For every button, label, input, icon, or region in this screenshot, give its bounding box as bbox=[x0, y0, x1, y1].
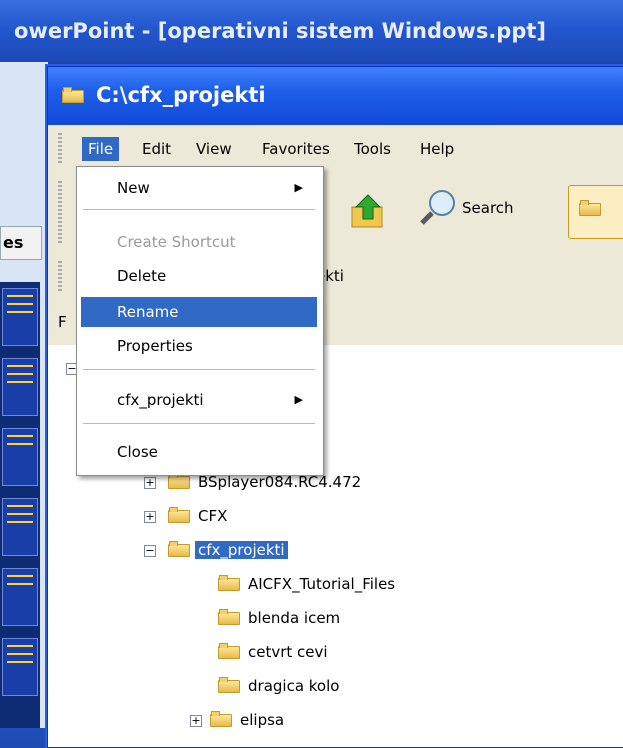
tree-node[interactable]: cetvrt cevi bbox=[218, 639, 331, 665]
window-titlebar[interactable]: C:\cfx_projekti bbox=[48, 67, 623, 125]
toolbar-grip[interactable] bbox=[58, 181, 62, 243]
menu-item-label: Properties bbox=[117, 337, 193, 355]
file-menu-dropdown: New ▶ Create Shortcut Delete Rename Prope… bbox=[76, 166, 324, 476]
slide-thumbnail[interactable] bbox=[2, 358, 38, 416]
menu-item-delete[interactable]: Delete bbox=[81, 261, 317, 291]
menu-item-properties[interactable]: Properties bbox=[81, 331, 317, 361]
menu-separator bbox=[83, 209, 315, 210]
slide-thumbnail[interactable] bbox=[2, 638, 38, 696]
expand-icon[interactable]: + bbox=[144, 511, 156, 523]
up-folder-icon[interactable] bbox=[348, 191, 388, 231]
menu-item-cfx-projekti[interactable]: cfx_projekti ▶ bbox=[81, 385, 317, 415]
menu-item-label: Close bbox=[117, 443, 158, 461]
menu-separator bbox=[83, 423, 315, 424]
window-title: C:\cfx_projekti bbox=[96, 83, 266, 107]
expand-icon[interactable]: + bbox=[144, 477, 156, 489]
menu-item-label: Delete bbox=[117, 267, 167, 285]
folders-toggle-button[interactable] bbox=[568, 185, 623, 239]
menu-item-label: Create Shortcut bbox=[117, 233, 236, 251]
menu-bar: File Edit View Favorites Tools Help bbox=[48, 125, 623, 172]
menu-separator bbox=[83, 369, 315, 370]
menu-edit[interactable]: Edit bbox=[136, 137, 177, 161]
menu-item-create-shortcut: Create Shortcut bbox=[81, 227, 317, 257]
menu-item-label: New bbox=[117, 179, 150, 197]
menu-file[interactable]: File bbox=[82, 137, 120, 161]
tree-node[interactable]: elipsa bbox=[210, 707, 287, 733]
tree-node[interactable]: blenda icem bbox=[218, 605, 343, 631]
menu-help[interactable]: Help bbox=[414, 137, 460, 161]
folder-icon bbox=[168, 507, 190, 523]
toolbar-grip[interactable] bbox=[58, 133, 62, 165]
menu-favorites[interactable]: Favorites bbox=[256, 137, 336, 161]
tree-node[interactable]: AICFX_Tutorial_Files bbox=[218, 571, 398, 597]
tree-node[interactable]: CFX bbox=[168, 503, 230, 529]
tree-node-selected[interactable]: cfx_projekti bbox=[168, 537, 288, 563]
slide-thumbnail[interactable] bbox=[2, 428, 38, 486]
background-app-title: owerPoint - [operativni sistem Windows.p… bbox=[0, 0, 623, 62]
open-folder-icon bbox=[168, 541, 190, 557]
folder-icon bbox=[210, 711, 232, 727]
folders-icon bbox=[579, 200, 601, 216]
slides-pane bbox=[0, 282, 40, 728]
toolbar-grip[interactable] bbox=[58, 261, 62, 293]
folder-icon bbox=[218, 643, 240, 659]
menu-view[interactable]: View bbox=[190, 137, 238, 161]
folder-icon bbox=[218, 609, 240, 625]
menu-tools[interactable]: Tools bbox=[348, 137, 397, 161]
submenu-arrow-icon: ▶ bbox=[294, 181, 303, 194]
menu-item-new[interactable]: New ▶ bbox=[81, 173, 317, 203]
submenu-arrow-icon: ▶ bbox=[294, 393, 303, 406]
folders-pane-title: F bbox=[58, 313, 67, 331]
background-app-tab: es bbox=[0, 226, 42, 260]
search-icon[interactable] bbox=[418, 187, 458, 227]
slide-thumbnail[interactable] bbox=[2, 568, 38, 626]
background-tab-label: es bbox=[3, 233, 24, 252]
folder-icon bbox=[218, 575, 240, 591]
folder-icon bbox=[218, 677, 240, 693]
search-button[interactable]: Search bbox=[462, 199, 514, 217]
slide-thumbnail[interactable] bbox=[2, 288, 38, 346]
tree-node[interactable]: dragica kolo bbox=[218, 673, 342, 699]
menu-item-label: Rename bbox=[117, 303, 179, 321]
collapse-icon[interactable]: − bbox=[144, 545, 156, 557]
menu-item-label: cfx_projekti bbox=[117, 391, 204, 409]
menu-item-close[interactable]: Close bbox=[81, 437, 317, 467]
expand-icon[interactable]: + bbox=[190, 715, 202, 727]
menu-item-rename[interactable]: Rename bbox=[81, 297, 317, 327]
slide-thumbnail[interactable] bbox=[2, 498, 38, 556]
folder-icon bbox=[62, 87, 84, 103]
